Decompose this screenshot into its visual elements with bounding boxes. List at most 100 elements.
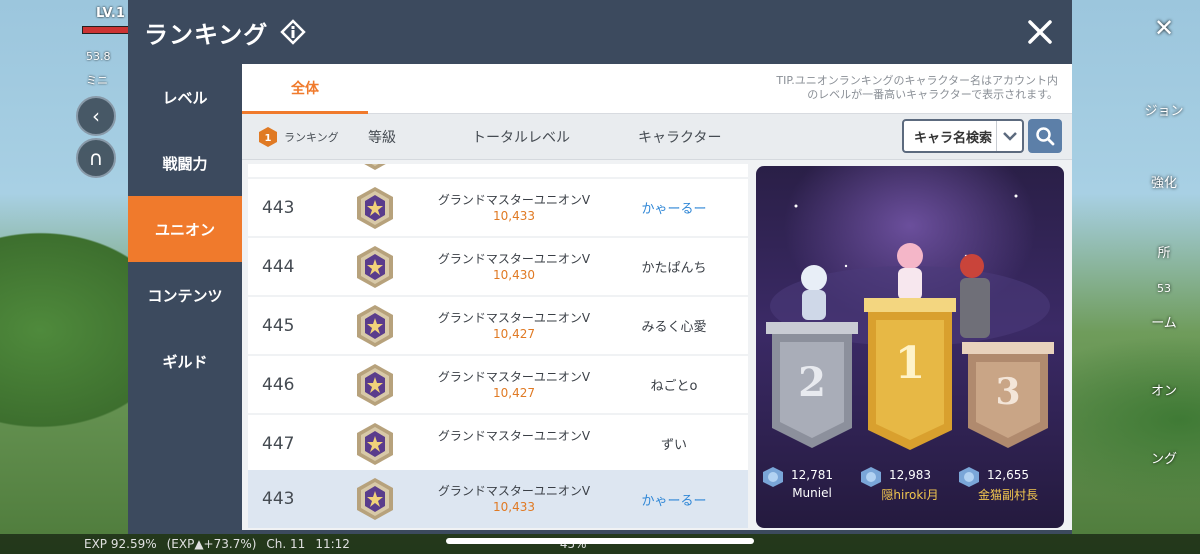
union-grade-medal-icon [357,478,393,520]
tip-text: TIP.ユニオンランキングのキャラクター名はアカウント内 のレベルが一番高いキャ… [738,74,1058,102]
table-row[interactable]: 443 グランドマスターユニオンV 10,433 かゃーるー [248,179,748,236]
hud-stat-2: ミニ [86,74,108,87]
second-name: Muniel [792,486,832,500]
row-rank: 446 [262,374,295,395]
union-grade-medal-icon [364,164,386,170]
my-ranking-row[interactable]: 443 グランドマスターユニオンV 10,433 かゃーるー [248,470,748,528]
row-total-level: 10,433 [493,209,535,223]
row-character-name[interactable]: ねごとo [604,356,744,413]
right-hud: ✕ ジョン 強化 所 53 ーム オン ング [1070,0,1200,554]
header-rank-label: ランキング [284,131,339,144]
row-rank: 444 [262,256,295,277]
nav-item-level[interactable]: レベル [128,64,242,130]
union-grade-medal-icon [357,364,393,406]
search-type-label: キャラ名検索 [914,130,993,146]
row-grade-name: グランドマスターユニオンV [437,252,591,266]
character-second-sprite [801,265,827,320]
tab-all[interactable]: 全体 [242,64,368,114]
row-total-level: 10,427 [493,327,535,341]
hud-stat-1: 53.8 [86,50,111,63]
my-grade-name: グランドマスターユニオンV [437,484,591,498]
hud-menu-label-5[interactable]: ング [1134,448,1194,467]
chevron-down-icon [996,121,1022,151]
portal-icon[interactable]: ∩ [76,138,116,178]
union-grade-medal-icon [357,423,393,465]
union-grade-medal-icon [357,187,393,229]
table-row[interactable]: 442グランドマスターユニオンV10,441おいかわj [248,164,748,177]
svg-text:1: 1 [265,133,272,144]
close-button[interactable] [1020,12,1060,52]
hud-menu-value: 53 [1157,282,1171,295]
ranking-content: 全体 TIP.ユニオンランキングのキャラクター名はアカウント内 のレベルが一番高… [242,64,1072,530]
third-place-number: 3 [995,371,1020,413]
clock: 11:12 [315,537,350,551]
hud-menu-label-1[interactable]: 強化 [1134,172,1194,191]
row-grade-name: グランドマスターユニオンV [437,193,591,207]
table-row[interactable]: 447 グランドマスターユニオンV ずい [248,415,748,472]
nav-item-contents[interactable]: コンテンツ [128,262,242,328]
row-character-name[interactable]: かたぱんち [604,238,744,295]
podium-first[interactable]: 12,983 隠hiroki月 [860,466,960,503]
search-button[interactable] [1028,119,1062,153]
table-row[interactable]: 446 グランドマスターユニオンV 10,427 ねごとo [248,356,748,413]
row-total-level: 10,427 [493,386,535,400]
first-name: 隠hiroki月 [881,488,939,502]
modal-title: ランキング [144,20,269,49]
row-grade-name: グランドマスターユニオンV [437,370,591,384]
hud-close-icon[interactable]: ✕ [1134,14,1194,42]
hud-menu-label-0[interactable]: ジョン [1134,100,1194,119]
podium-third[interactable]: 12,655 金猫副村長 [958,466,1058,503]
search-icon [1036,127,1055,146]
hud-menu-label-4[interactable]: オン [1134,380,1194,399]
my-rank: 443 [262,489,295,509]
status-bar: EXP 92.59% (EXP▲+73.7%) Ch. 11 11:12 45% [0,534,1200,554]
table-row[interactable]: 445 グランドマスターユニオンV 10,427 みるく心愛 [248,297,748,354]
info-diamond-icon[interactable] [280,19,307,45]
tabs-row: 全体 TIP.ユニオンランキングのキャラクター名はアカウント内 のレベルが一番高… [242,64,1072,114]
left-hud: LV.1 53.8 ミニ ‹ ∩ [0,0,130,554]
podium-second[interactable]: 12,781 Muniel [762,466,862,500]
hud-menu-label-3[interactable]: ーム [1134,312,1194,331]
tip-line-1: TIP.ユニオンランキングのキャラクター名はアカウント内 [776,74,1058,87]
exp-bonus: (EXP▲+73.7%) [166,537,257,551]
row-total-level: 10,430 [493,268,535,282]
player-level: LV.1 [96,6,125,21]
header-rank: 1 ランキング [258,114,339,160]
row-rank: 443 [262,197,295,218]
first-place-number: 1 [895,338,926,389]
row-grade-name: グランドマスターユニオンV [437,311,591,325]
union-grade-medal-icon [357,305,393,347]
header-total-level: トータルレベル [472,130,570,146]
hud-menu-label-2[interactable]: 所 [1134,242,1194,261]
nav-item-combat-power[interactable]: 戦闘力 [128,130,242,196]
modal-header: ランキング [128,0,1072,64]
my-total-level: 10,433 [493,500,535,514]
third-name: 金猫副村長 [977,488,1038,502]
header-character: キャラクター [638,130,722,146]
union-emblem-icon [861,467,881,487]
home-indicator[interactable] [446,538,754,544]
second-place-number: 2 [798,359,826,406]
search-type-select[interactable]: キャラ名検索 [902,119,1024,153]
row-rank: 447 [262,433,295,454]
top3-podium: 2 1 3 12,781 Muniel 12,983 隠hiroki月 12,6… [756,166,1064,528]
union-emblem-icon [959,467,979,487]
row-character-name[interactable]: ずい [604,415,744,472]
my-character-name[interactable]: かゃーるー [604,470,744,528]
row-character-name[interactable]: みるく心愛 [604,297,744,354]
row-character-name[interactable]: かゃーるー [604,179,744,236]
close-icon [1028,20,1052,44]
header-grade: 等級 [368,130,396,146]
channel: Ch. 11 [266,537,306,551]
row-character-name[interactable]: おいかわj [604,164,744,177]
nav-item-union[interactable]: ユニオン [128,196,242,262]
back-arrow-icon[interactable]: ‹ [76,96,116,136]
union-emblem-icon [763,467,783,487]
table-header: 1 ランキング 等級 トータルレベル キャラクター キャラ名検索 [242,114,1072,160]
exp-text: EXP 92.59% [84,537,157,551]
tip-line-2: のレベルが一番高いキャラクターで表示されます。 [807,88,1058,101]
character-third-sprite [960,254,990,338]
table-row[interactable]: 444 グランドマスターユニオンV 10,430 かたぱんち [248,238,748,295]
row-rank: 442 [262,164,294,177]
nav-item-guild[interactable]: ギルド [128,328,242,394]
